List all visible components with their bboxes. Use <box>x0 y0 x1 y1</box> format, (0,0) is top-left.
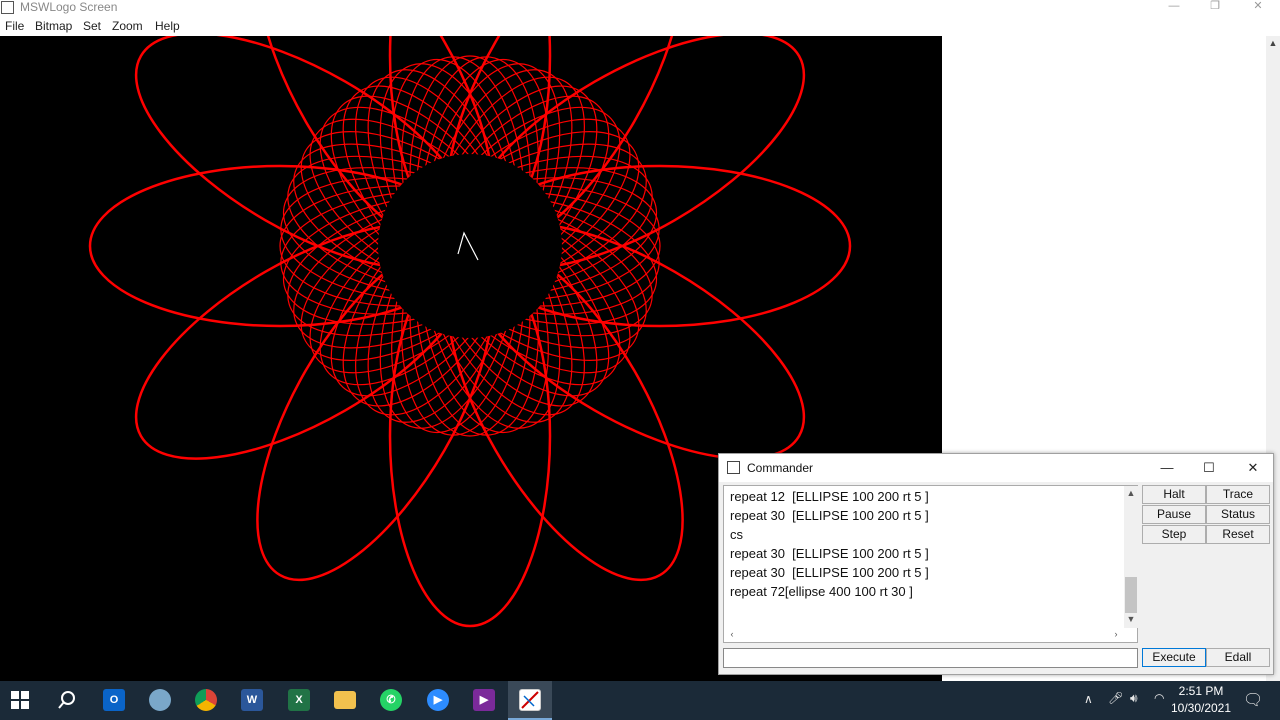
history-line[interactable]: repeat 72[ellipse 400 100 rt 30 ] <box>730 584 913 600</box>
chevron-up-icon[interactable]: ∧ <box>1084 692 1093 706</box>
commander-maximize-icon[interactable]: ☐ <box>1198 458 1220 478</box>
command-input[interactable] <box>723 648 1138 668</box>
history-line[interactable]: repeat 30 [ELLIPSE 100 200 rt 5 ] <box>730 565 929 581</box>
history-horizontal-scrollbar[interactable]: ‹ › <box>724 628 1124 642</box>
history-line[interactable]: repeat 12 [ELLIPSE 100 200 rt 5 ] <box>730 489 929 505</box>
history-line[interactable]: cs <box>730 527 743 543</box>
mswlogo-app-icon <box>1 1 14 14</box>
menu-zoom[interactable]: Zoom <box>112 18 143 34</box>
halt-button[interactable]: Halt <box>1142 485 1206 504</box>
window-title: MSWLogo Screen <box>20 0 118 14</box>
scroll-down-icon[interactable]: ▼ <box>1125 614 1137 624</box>
commander-app-icon <box>727 461 740 474</box>
mswlogo-icon[interactable] <box>519 689 541 711</box>
pause-button[interactable]: Pause <box>1142 505 1206 524</box>
excel-icon[interactable]: X <box>288 689 310 711</box>
scroll-up-icon[interactable]: ▲ <box>1266 38 1280 50</box>
title-bar: MSWLogo Screen — ❐ ✕ <box>0 0 1280 16</box>
command-history-list[interactable]: repeat 12 [ELLIPSE 100 200 rt 5 ] repeat… <box>723 485 1138 643</box>
execute-button[interactable]: Execute <box>1142 648 1206 667</box>
zoom-icon[interactable]: ▶ <box>427 689 449 711</box>
scroll-left-icon[interactable]: ‹ <box>726 629 738 639</box>
center-hole <box>378 154 562 338</box>
notification-icon[interactable]: 🗨︎ <box>1243 690 1263 710</box>
history-line[interactable]: repeat 30 [ELLIPSE 100 200 rt 5 ] <box>730 546 929 562</box>
history-line[interactable]: repeat 30 [ELLIPSE 100 200 rt 5 ] <box>730 508 929 524</box>
history-scroll-thumb[interactable] <box>1125 577 1137 613</box>
minimize-icon[interactable]: — <box>1164 0 1184 14</box>
outlook-icon[interactable]: O <box>103 689 125 711</box>
volume-icon[interactable]: 🔊︎ <box>1130 691 1138 706</box>
chrome-icon[interactable] <box>195 689 217 711</box>
word-icon[interactable]: W <box>241 689 263 711</box>
close-icon[interactable]: ✕ <box>1248 0 1268 14</box>
commander-close-icon[interactable]: ✕ <box>1242 458 1264 478</box>
step-button[interactable]: Step <box>1142 525 1206 544</box>
search-icon[interactable] <box>56 689 78 711</box>
menu-set[interactable]: Set <box>83 18 101 34</box>
scroll-up-icon[interactable]: ▲ <box>1125 488 1137 498</box>
edall-button[interactable]: Edall <box>1206 648 1270 667</box>
restore-icon[interactable]: ❐ <box>1205 0 1225 14</box>
commander-title: Commander <box>747 461 814 475</box>
commander-title-bar: Commander — ☐ ✕ <box>719 454 1273 482</box>
status-button[interactable]: Status <box>1206 505 1270 524</box>
menu-help[interactable]: Help <box>155 18 180 34</box>
menu-bar: File Bitmap Set Zoom Help <box>0 16 1280 36</box>
video-editor-icon[interactable]: ▶ <box>473 689 495 711</box>
menu-bitmap[interactable]: Bitmap <box>35 18 72 34</box>
microphone-icon[interactable]: 🎤︎ <box>1108 691 1123 705</box>
scroll-right-icon[interactable]: › <box>1110 629 1122 639</box>
trace-button[interactable]: Trace <box>1206 485 1270 504</box>
file-explorer-icon[interactable] <box>334 691 356 709</box>
menu-file[interactable]: File <box>5 18 24 34</box>
clock-time[interactable]: 2:51 PM <box>1170 684 1232 698</box>
commander-window: Commander — ☐ ✕ repeat 12 [ELLIPSE 100 2… <box>718 453 1274 675</box>
history-vertical-scrollbar[interactable]: ▲ ▼ <box>1124 486 1138 628</box>
paint-icon[interactable] <box>149 689 171 711</box>
wifi-icon[interactable]: ◠ <box>1154 691 1164 705</box>
whatsapp-icon[interactable]: ✆ <box>380 689 402 711</box>
windows-start-icon[interactable] <box>9 690 31 710</box>
commander-minimize-icon[interactable]: — <box>1156 458 1178 478</box>
reset-button[interactable]: Reset <box>1206 525 1270 544</box>
taskbar: O W X ✆ ▶ ▶ ∧ 🎤︎ 🔊︎ ◠ 2:51 PM 10/30/2021… <box>0 681 1280 720</box>
clock-date[interactable]: 10/30/2021 <box>1170 701 1232 715</box>
